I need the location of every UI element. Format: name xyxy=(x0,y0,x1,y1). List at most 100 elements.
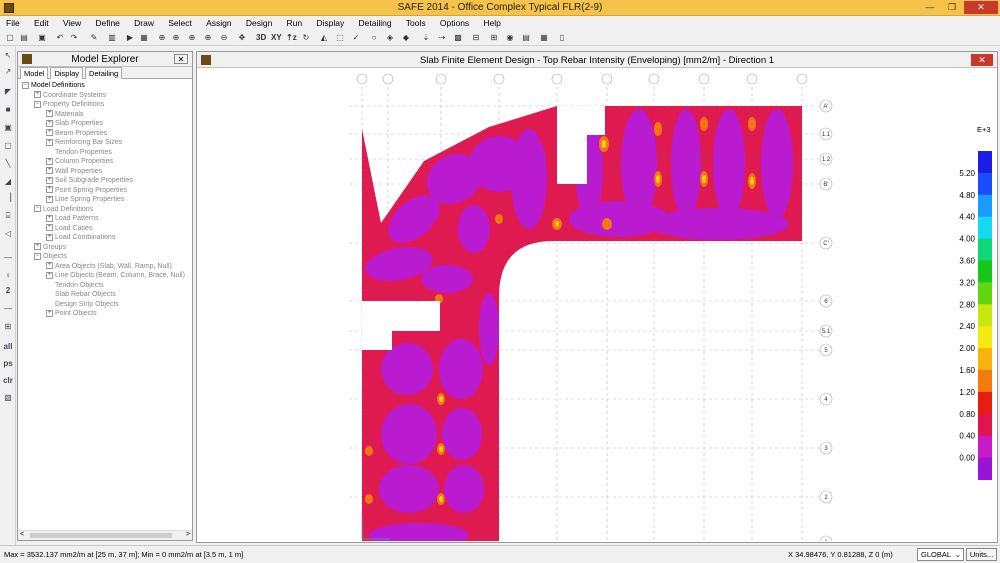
expand-icon[interactable]: + xyxy=(46,309,53,317)
check-icon[interactable]: ✓ xyxy=(350,32,362,44)
tree-item[interactable]: + Line Objects (Beam, Column, Brace, Null… xyxy=(20,271,192,281)
run-icon[interactable]: ▶ xyxy=(124,32,136,44)
coordinate-system-dropdown[interactable]: GLOBAL ⌄ xyxy=(917,548,964,561)
menu-display[interactable]: Display xyxy=(310,16,350,30)
run-design-icon[interactable]: ▦ xyxy=(138,32,150,44)
draw-line-icon[interactable]: — xyxy=(2,252,14,264)
close-button[interactable]: ✕ xyxy=(964,1,998,14)
grid-table-icon[interactable]: ▦ xyxy=(538,32,550,44)
expand-icon[interactable]: + xyxy=(46,167,53,175)
lock-icon[interactable]: ▥ xyxy=(106,32,118,44)
rotate-icon[interactable]: ↻ xyxy=(300,32,312,44)
menu-run[interactable]: Run xyxy=(281,16,309,30)
zoom-full-icon[interactable]: ⊕ xyxy=(170,32,182,44)
expand-icon[interactable]: + xyxy=(46,110,53,118)
plot-canvas[interactable]: A' 1.1 1.2 B' C' 6 5.1 5 4 3 2 1 xyxy=(199,69,995,549)
menu-assign[interactable]: Assign xyxy=(200,16,238,30)
menu-select[interactable]: Select xyxy=(162,16,198,30)
tree-item[interactable]: Design Strip Objects xyxy=(20,300,192,310)
tree-item[interactable]: + Materials xyxy=(20,110,192,120)
tree-item[interactable]: + Slab Properties xyxy=(20,119,192,129)
expand-icon[interactable]: + xyxy=(34,91,41,99)
tree-item[interactable]: + Point Objects xyxy=(20,309,192,319)
clear-selection-button[interactable]: clr xyxy=(2,375,14,387)
collapse-icon[interactable]: − xyxy=(34,252,41,260)
draw-area-icon[interactable]: ◤ xyxy=(2,86,14,98)
expand-icon[interactable]: + xyxy=(46,157,53,165)
plot-close-button[interactable]: ✕ xyxy=(971,54,993,66)
collapse-icon[interactable]: − xyxy=(22,81,29,89)
expand-icon[interactable]: + xyxy=(34,243,41,251)
menu-file[interactable]: File xyxy=(0,16,26,30)
pan-icon[interactable]: ✥ xyxy=(236,32,248,44)
report-icon[interactable]: ▯ xyxy=(556,32,568,44)
view-xy-button[interactable]: XY xyxy=(271,32,282,44)
snap-icon[interactable]: ⊞ xyxy=(2,321,14,333)
draw-opening-icon[interactable]: ▢ xyxy=(2,140,14,152)
punching-shear-icon[interactable]: ◉ xyxy=(504,32,516,44)
slab-design-icon[interactable]: ⊞ xyxy=(488,32,500,44)
intersect-select-icon[interactable]: ▧ xyxy=(2,392,14,404)
tree-item[interactable]: + Groups xyxy=(20,243,192,253)
explorer-close-button[interactable]: ✕ xyxy=(174,54,188,64)
tree-item[interactable]: + Column Properties xyxy=(20,157,192,167)
expand-icon[interactable]: + xyxy=(46,271,53,279)
zoom-rubber-band-icon[interactable]: ⊕ xyxy=(156,32,168,44)
forces-icon[interactable]: ◆ xyxy=(400,32,412,44)
expand-icon[interactable]: + xyxy=(46,195,53,203)
select-icon[interactable]: ⬚ xyxy=(334,32,346,44)
pointer-icon[interactable]: ↖ xyxy=(2,50,14,62)
draw-beam-icon[interactable]: ╲ xyxy=(2,158,14,170)
expand-icon[interactable]: + xyxy=(46,186,53,194)
explorer-horizontal-scrollbar[interactable]: < > xyxy=(18,530,192,540)
draw-point-icon[interactable]: ♀ xyxy=(2,270,14,282)
beam-design-icon[interactable]: ⊟ xyxy=(470,32,482,44)
menu-options[interactable]: Options xyxy=(434,16,475,30)
tab-model[interactable]: Model xyxy=(20,67,49,79)
tree-item[interactable]: + Reinforcing Bar Sizes xyxy=(20,138,192,148)
tree-item[interactable]: Tendon Objects xyxy=(20,281,192,291)
tree-item[interactable]: + Coordinate Systems xyxy=(20,91,192,101)
units-button[interactable]: Units... xyxy=(966,548,997,561)
scroll-right-icon[interactable]: > xyxy=(186,531,190,538)
dimension-2-button[interactable]: 2 xyxy=(2,285,14,297)
tree-item[interactable]: + Load Cases xyxy=(20,224,192,234)
tree-item[interactable]: + Load Combinations xyxy=(20,233,192,243)
draw-column-icon[interactable]: ◢ xyxy=(2,176,14,188)
draw-slab-icon[interactable]: ▣ xyxy=(2,122,14,134)
draw-tendon-icon[interactable]: ◁ xyxy=(2,228,14,240)
new-file-icon[interactable]: ▢ xyxy=(4,32,16,44)
tree-item[interactable]: + Load Patterns xyxy=(20,214,192,224)
collapse-icon[interactable]: − xyxy=(34,100,41,108)
rebar-intensity-contour-plot[interactable]: A' 1.1 1.2 B' C' 6 5.1 5 4 3 2 1 xyxy=(199,69,995,549)
expand-icon[interactable]: + xyxy=(46,262,53,270)
menu-help[interactable]: Help xyxy=(477,16,506,30)
open-folder-icon[interactable]: ▤ xyxy=(18,32,30,44)
menu-edit[interactable]: Edit xyxy=(28,16,55,30)
tree-item[interactable]: − Property Definitions xyxy=(20,100,192,110)
maximize-button[interactable]: ❐ xyxy=(942,1,962,14)
expand-icon[interactable]: + xyxy=(46,233,53,241)
pencil-icon[interactable]: ✎ xyxy=(88,32,100,44)
collapse-icon[interactable]: − xyxy=(34,205,41,213)
draw-strip-icon[interactable]: ⌸ xyxy=(2,210,14,222)
expand-icon[interactable]: + xyxy=(46,176,53,184)
deformed-shape-icon[interactable]: ◈ xyxy=(384,32,396,44)
redo-icon[interactable]: ↷ xyxy=(68,32,80,44)
menu-view[interactable]: View xyxy=(57,16,87,30)
menu-define[interactable]: Define xyxy=(89,16,126,30)
zoom-in-icon[interactable]: ⊕ xyxy=(202,32,214,44)
view-elevation-button[interactable]: ⇡z xyxy=(286,32,297,44)
tree-item[interactable]: + Line Spring Properties xyxy=(20,195,192,205)
draw-wall-icon[interactable]: ▕ xyxy=(2,192,14,204)
zoom-previous-icon[interactable]: ⊕ xyxy=(186,32,198,44)
minimize-button[interactable]: — xyxy=(920,1,940,14)
select-all-button[interactable]: all xyxy=(2,341,14,353)
expand-icon[interactable]: + xyxy=(46,119,53,127)
tab-detailing[interactable]: Detailing xyxy=(85,67,123,79)
expand-icon[interactable]: + xyxy=(46,129,53,137)
menu-design[interactable]: Design xyxy=(240,16,278,30)
scroll-thumb[interactable] xyxy=(30,533,172,538)
view-3d-button[interactable]: 3D xyxy=(256,32,266,44)
undo-icon[interactable]: ↶ xyxy=(54,32,66,44)
